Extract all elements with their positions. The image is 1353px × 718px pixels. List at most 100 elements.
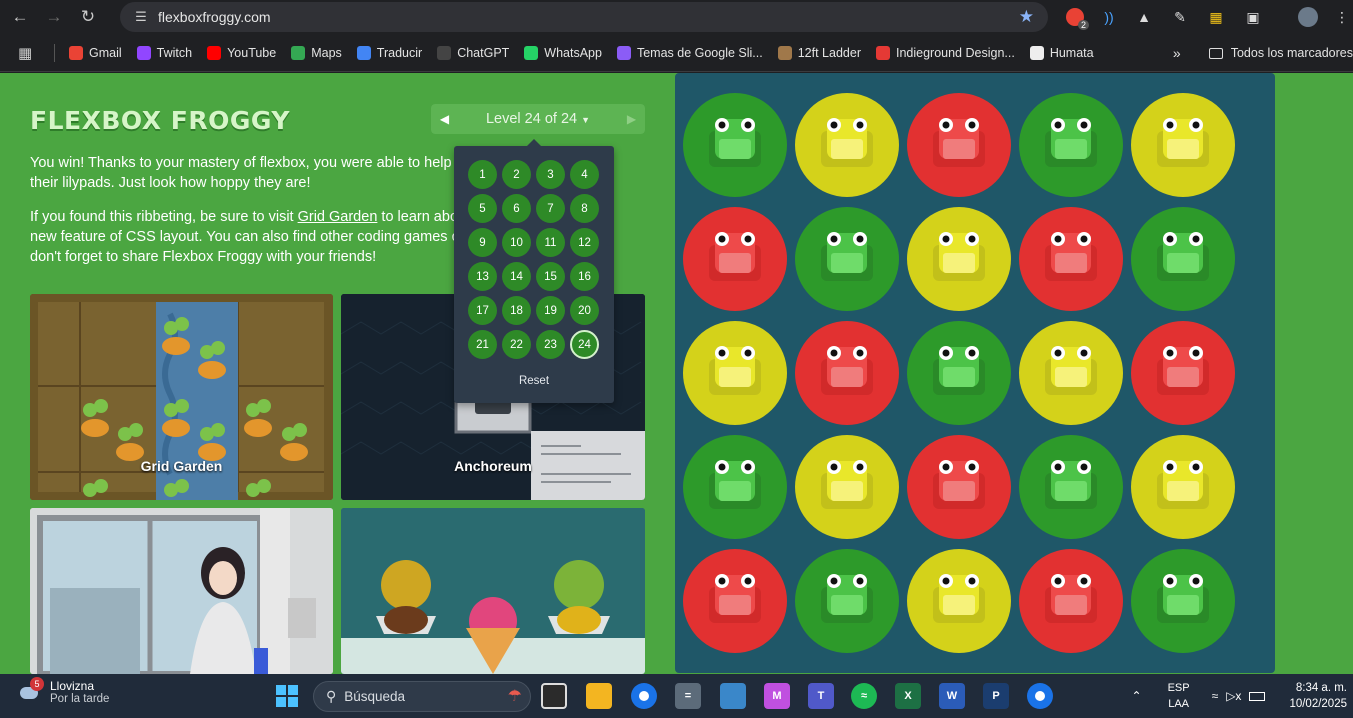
level-button[interactable]: 7 <box>536 194 565 223</box>
frog-green[interactable] <box>703 455 767 515</box>
bookmark-item[interactable]: ChatGPT <box>437 45 509 60</box>
level-button[interactable]: 19 <box>536 296 565 325</box>
frog-green[interactable] <box>927 341 991 401</box>
level-button[interactable]: 9 <box>468 228 497 257</box>
level-button[interactable]: 15 <box>536 262 565 291</box>
extension-icon[interactable]: ▲ <box>1132 5 1156 29</box>
level-button[interactable]: 20 <box>570 296 599 325</box>
frog-red[interactable] <box>703 569 767 629</box>
bookmark-item[interactable]: Twitch <box>136 45 192 60</box>
frog-yellow[interactable] <box>815 113 879 173</box>
previous-level-icon[interactable]: ◀ <box>431 104 458 134</box>
frog-green[interactable] <box>1039 113 1103 173</box>
bookmark-item[interactable]: Traducir <box>356 45 422 60</box>
pdf-app-icon[interactable]: P <box>983 683 1009 709</box>
level-indicator[interactable]: Level 24 of 24 ▼ <box>458 104 618 134</box>
frog-red[interactable] <box>927 455 991 515</box>
windows-start-icon[interactable] <box>274 683 300 709</box>
menu-icon[interactable]: ⋮ <box>1330 5 1353 29</box>
bookmark-item[interactable]: Humata <box>1029 45 1094 60</box>
level-button[interactable]: 3 <box>536 160 565 189</box>
apps-grid-icon[interactable]: ▦ <box>18 44 38 62</box>
frog-yellow[interactable] <box>815 455 879 515</box>
site-settings-icon[interactable]: ☰ <box>128 9 154 25</box>
level-button[interactable]: 1 <box>468 160 497 189</box>
bookmark-item[interactable]: YouTube <box>207 45 276 60</box>
file-explorer-icon[interactable] <box>586 683 612 709</box>
frog-red[interactable] <box>815 341 879 401</box>
m365-icon[interactable]: M <box>764 683 790 709</box>
spotify-icon[interactable]: ≈ <box>851 683 877 709</box>
frog-red[interactable] <box>1039 569 1103 629</box>
reset-button[interactable]: Reset <box>454 375 614 387</box>
reload-icon[interactable]: ↻ <box>74 3 102 31</box>
game-card-vn[interactable] <box>30 508 333 674</box>
level-button[interactable]: 21 <box>468 330 497 359</box>
eyedropper-icon[interactable]: ✎ <box>1168 5 1192 29</box>
next-level-icon[interactable]: ▶ <box>618 104 645 134</box>
level-button[interactable]: 5 <box>468 194 497 223</box>
grid-garden-card[interactable]: Grid Garden <box>30 294 333 500</box>
bookmark-item[interactable]: Indieground Design... <box>875 45 1015 60</box>
weather-widget[interactable]: 5 Llovizna Por la tarde <box>18 677 109 705</box>
profile-avatar[interactable] <box>1296 5 1320 29</box>
frog-green[interactable] <box>1151 569 1215 629</box>
address-bar[interactable]: ☰ flexboxfroggy.com ★ <box>120 2 1048 32</box>
grid-garden-link[interactable]: Grid Garden <box>298 209 378 225</box>
level-button[interactable]: 24 <box>570 330 599 359</box>
all-bookmarks-link[interactable]: Todos los marcadores <box>1231 46 1353 60</box>
level-button[interactable]: 23 <box>536 330 565 359</box>
level-button[interactable]: 22 <box>502 330 531 359</box>
frog-yellow[interactable] <box>1151 113 1215 173</box>
level-button[interactable]: 10 <box>502 228 531 257</box>
frog-green[interactable] <box>703 113 767 173</box>
level-button[interactable]: 17 <box>468 296 497 325</box>
bookmark-item[interactable]: Maps <box>291 45 342 60</box>
level-button[interactable]: 12 <box>570 228 599 257</box>
battery-icon[interactable] <box>1249 691 1266 701</box>
chevron-up-icon[interactable]: ⌃ <box>1132 689 1142 703</box>
level-button[interactable]: 14 <box>502 262 531 291</box>
level-button[interactable]: 8 <box>570 194 599 223</box>
frog-yellow[interactable] <box>1151 455 1215 515</box>
word-icon[interactable]: W <box>939 683 965 709</box>
level-button[interactable]: 4 <box>570 160 599 189</box>
frog-yellow[interactable] <box>927 227 991 287</box>
bookmark-star-icon[interactable]: ★ <box>1019 7 1034 27</box>
task-view-icon[interactable] <box>541 683 567 709</box>
frog-red[interactable] <box>1151 341 1215 401</box>
chrome-profile-icon[interactable] <box>1027 683 1053 709</box>
level-button[interactable]: 13 <box>468 262 497 291</box>
bookmark-item[interactable]: 12ft Ladder <box>777 45 861 60</box>
extensions-puzzle-icon[interactable]: ▣ <box>1241 5 1265 29</box>
frog-green[interactable] <box>1151 227 1215 287</box>
volume-muted-icon[interactable]: ▷x <box>1226 689 1241 703</box>
control-panel-icon[interactable] <box>720 683 746 709</box>
language-indicator[interactable]: ESP LAA <box>1168 680 1190 712</box>
teams-icon[interactable]: T <box>808 683 834 709</box>
frog-green[interactable] <box>815 569 879 629</box>
frog-red[interactable] <box>703 227 767 287</box>
frog-yellow[interactable] <box>703 341 767 401</box>
level-button[interactable]: 2 <box>502 160 531 189</box>
forward-icon[interactable]: → <box>40 3 68 31</box>
extension-icon[interactable]: 2 <box>1063 5 1089 30</box>
equalizer-icon[interactable]: ▦ <box>1204 5 1228 29</box>
frog-yellow[interactable] <box>1039 341 1103 401</box>
frog-red[interactable] <box>927 113 991 173</box>
calculator-icon[interactable]: = <box>675 683 701 709</box>
frog-green[interactable] <box>1039 455 1103 515</box>
clock[interactable]: 8:34 a. m. 10/02/2025 <box>1289 680 1347 712</box>
taskbar-search[interactable]: ⚲ Búsqueda ☂ <box>313 681 531 712</box>
site-logo[interactable]: FLEXBOX FROGGY <box>30 106 290 135</box>
frog-red[interactable] <box>1039 227 1103 287</box>
excel-icon[interactable]: X <box>895 683 921 709</box>
frog-yellow[interactable] <box>927 569 991 629</box>
back-icon[interactable]: ← <box>6 3 34 31</box>
level-button[interactable]: 6 <box>502 194 531 223</box>
bookmark-item[interactable]: WhatsApp <box>524 45 602 60</box>
bookmark-item[interactable]: Temas de Google Sli... <box>616 45 763 60</box>
audio-extension-icon[interactable]: )) <box>1097 5 1121 29</box>
frog-green[interactable] <box>815 227 879 287</box>
chrome-icon[interactable] <box>631 683 657 709</box>
